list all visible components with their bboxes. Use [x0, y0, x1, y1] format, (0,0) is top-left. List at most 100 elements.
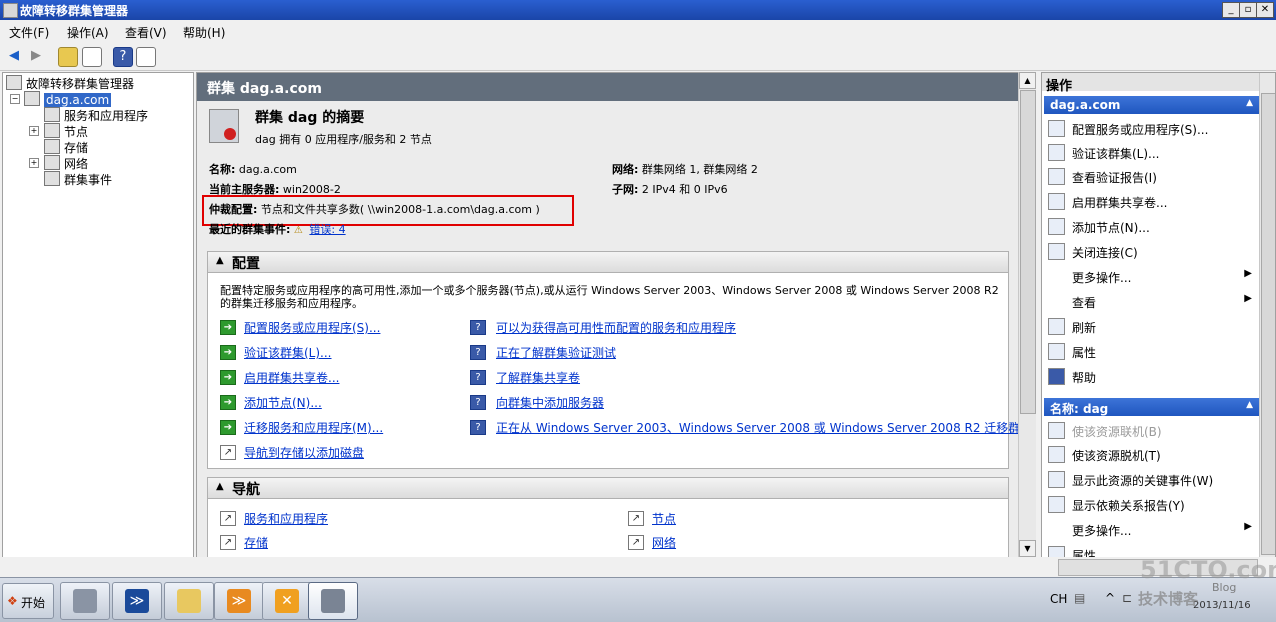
help-icon[interactable]: ? — [113, 47, 133, 67]
action-help[interactable]: 帮助 — [1046, 365, 1256, 387]
action-group-resource[interactable]: 名称: dag ▲ — [1044, 398, 1259, 416]
nav-link-networks[interactable]: 网络 — [652, 534, 676, 551]
action-add-node[interactable]: 添加节点(N)... — [1046, 215, 1256, 237]
forward-icon[interactable]: ▶ — [27, 47, 45, 65]
action-view-report[interactable]: 查看验证报告(I) — [1046, 165, 1256, 187]
expand-icon[interactable]: + — [29, 126, 39, 136]
menu-action[interactable]: 操作(A) — [67, 24, 109, 41]
taskbar-cluster-manager[interactable] — [308, 582, 358, 620]
link-enable-csv[interactable]: 启用群集共享卷... — [244, 369, 339, 386]
network-icon — [44, 155, 60, 170]
arrow-icon: ➔ — [220, 345, 236, 360]
events-icon — [44, 171, 60, 186]
link-migrate-services[interactable]: 迁移服务和应用程序(M)... — [244, 419, 383, 436]
menu-view[interactable]: 查看(V) — [125, 24, 167, 41]
link-ha-services[interactable]: 可以为获得高可用性而配置的服务和应用程序 — [496, 319, 736, 336]
arrow-icon: ➔ — [220, 395, 236, 410]
scroll-thumb[interactable] — [1020, 90, 1036, 414]
help-icon: ? — [470, 370, 486, 385]
action-bring-online[interactable]: 使该资源联机(B) — [1046, 419, 1256, 441]
start-button[interactable]: ❖ 开始 — [2, 583, 54, 619]
config-section-header[interactable]: ▲ 配置 — [208, 252, 1008, 273]
csv-icon — [1048, 193, 1065, 210]
keyboard-icon[interactable]: ▤ — [1074, 591, 1085, 605]
action-dependency-report[interactable]: 显示依赖关系报告(Y) — [1046, 493, 1256, 515]
quorum-value: 节点和文件共享多数( \\win2008-1.a.com\dag.a.com ) — [260, 203, 540, 216]
action-group-label: dag.a.com — [1050, 98, 1121, 112]
tree-item-storage[interactable]: 存储 — [44, 139, 88, 156]
action-view[interactable]: 查看 ▶ — [1046, 290, 1256, 312]
scroll-down-icon[interactable]: ▼ — [1019, 540, 1036, 557]
show-hidden-icons-icon[interactable]: ^ — [1105, 591, 1115, 605]
link-configure-service[interactable]: 配置服务或应用程序(S)... — [244, 319, 380, 336]
cluster-summary-icon — [209, 109, 239, 143]
restore-button[interactable]: ▫ — [1239, 2, 1257, 18]
link-add-server[interactable]: 向群集中添加服务器 — [496, 394, 604, 411]
navigate-icon: ↗ — [220, 511, 236, 526]
tree-item-services[interactable]: 服务和应用程序 — [44, 107, 148, 124]
menu-file[interactable]: 文件(F) — [9, 24, 49, 41]
action-refresh[interactable]: 刷新 — [1046, 315, 1256, 337]
action-more-actions[interactable]: 更多操作... ▶ — [1046, 265, 1256, 287]
arrow-icon: ➔ — [220, 370, 236, 385]
link-learn-csv[interactable]: 了解群集共享卷 — [496, 369, 580, 386]
show-hide-tree-icon[interactable] — [82, 47, 102, 67]
link-storage-add-disk[interactable]: 导航到存储以添加磁盘 — [244, 444, 364, 461]
link-validate-cluster[interactable]: 验证该群集(L)... — [244, 344, 332, 361]
collapse-icon[interactable]: − — [10, 94, 20, 104]
link-migrate-cluster[interactable]: 正在从 Windows Server 2003、Windows Server 2… — [496, 419, 1018, 436]
summary-subtitle: dag 拥有 0 应用程序/服务和 2 节点 — [255, 133, 432, 146]
action-label: 验证该群集(L)... — [1072, 147, 1160, 161]
action-validate-cluster[interactable]: 验证该群集(L)... — [1046, 141, 1256, 163]
nav-section-header[interactable]: ▲ 导航 — [208, 478, 1008, 499]
action-group-cluster[interactable]: dag.a.com ▲ — [1044, 96, 1259, 114]
action-take-offline[interactable]: 使该资源脱机(T) — [1046, 443, 1256, 465]
tree-item-networks[interactable]: 网络 — [44, 155, 88, 172]
quorum-row: 仲裁配置: 节点和文件共享多数( \\win2008-1.a.com\dag.a… — [209, 201, 540, 217]
scroll-up-icon[interactable]: ▲ — [1019, 72, 1036, 89]
tree-item-cluster[interactable]: dag.a.com — [24, 91, 112, 107]
help-icon — [1048, 368, 1065, 385]
tree-root[interactable]: 故障转移群集管理器 — [6, 75, 134, 92]
nav-link-services[interactable]: 服务和应用程序 — [244, 510, 328, 527]
tree-item-nodes[interactable]: 节点 — [44, 123, 88, 140]
minimize-button[interactable]: _ — [1222, 2, 1240, 18]
app-icon — [3, 3, 18, 18]
clock-date[interactable]: 2013/11/16 — [1193, 600, 1251, 611]
network-tray-icon[interactable]: ⊏ — [1122, 591, 1132, 605]
actions-scrollbar[interactable] — [1259, 73, 1275, 558]
action-label: 显示依赖关系报告(Y) — [1072, 499, 1185, 513]
add-node-icon — [1048, 218, 1065, 235]
taskbar-server-manager[interactable] — [60, 582, 110, 620]
events-link[interactable]: 错误: 4 — [309, 223, 345, 236]
nav-link-nodes[interactable]: 节点 — [652, 510, 676, 527]
nav-link-storage[interactable]: 存储 — [244, 534, 268, 551]
center-scrollbar[interactable]: ▲ ▼ — [1018, 72, 1036, 557]
menu-help[interactable]: 帮助(H) — [183, 24, 225, 41]
subnet-value: 2 IPv4 和 0 IPv6 — [641, 183, 728, 196]
online-icon — [1048, 422, 1065, 439]
action-label: 关闭连接(C) — [1072, 246, 1138, 260]
show-action-pane-icon[interactable] — [136, 47, 156, 67]
action-more-actions-2[interactable]: 更多操作... ▶ — [1046, 518, 1256, 540]
action-close-connection[interactable]: 关闭连接(C) — [1046, 240, 1256, 262]
taskbar-powershell[interactable]: ≫ — [112, 582, 162, 620]
action-properties[interactable]: 属性 — [1046, 340, 1256, 362]
action-show-critical-events[interactable]: 显示此资源的关键事件(W) — [1046, 468, 1256, 490]
tree-item-events[interactable]: 群集事件 — [44, 171, 112, 188]
link-add-node[interactable]: 添加节点(N)... — [244, 394, 322, 411]
submenu-arrow-icon: ▶ — [1244, 293, 1252, 304]
up-folder-icon[interactable] — [58, 47, 78, 67]
scroll-thumb[interactable] — [1261, 93, 1275, 555]
expand-icon[interactable]: + — [29, 158, 39, 168]
close-button[interactable]: ✕ — [1256, 2, 1274, 18]
back-icon[interactable]: ◀ — [5, 47, 23, 65]
taskbar-exchange-console[interactable]: ✕ — [262, 582, 312, 620]
taskbar-explorer[interactable] — [164, 582, 214, 620]
language-indicator[interactable]: CH — [1050, 592, 1067, 606]
action-configure-service[interactable]: 配置服务或应用程序(S)... — [1046, 117, 1256, 139]
link-validation-tests[interactable]: 正在了解群集验证测试 — [496, 344, 616, 361]
action-enable-csv[interactable]: 启用群集共享卷... — [1046, 190, 1256, 212]
taskbar-exchange-shell[interactable]: ≫ — [214, 582, 264, 620]
navigate-icon: ↗ — [628, 535, 644, 550]
